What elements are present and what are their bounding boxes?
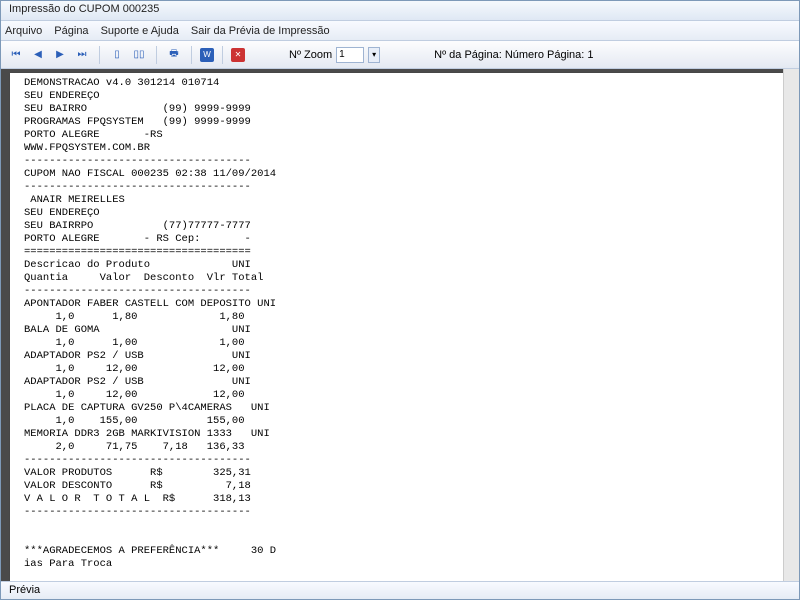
receipt-text: DEMONSTRACAO v4.0 301214 010714 SEU ENDE… [24,77,776,581]
toolbar-separator [156,46,157,64]
next-page-icon[interactable]: ▶ [51,46,69,64]
page-info: Nº da Página: Número Página: 1 [434,49,593,61]
titlebar: Impressão do CUPOM 000235 [1,1,799,21]
word-export-icon[interactable]: W [200,48,214,62]
preview-area: DEMONSTRACAO v4.0 301214 010714 SEU ENDE… [1,69,799,581]
vertical-scrollbar[interactable] [783,69,799,581]
page-value: Número Página: 1 [505,49,594,61]
menu-arquivo[interactable]: Arquivo [5,25,42,37]
single-page-icon[interactable]: ▯ [108,46,126,64]
zoom-input[interactable] [336,47,364,63]
toolbar-separator [222,46,223,64]
page: DEMONSTRACAO v4.0 301214 010714 SEU ENDE… [10,73,790,581]
menubar: Arquivo Página Suporte e Ajuda Sair da P… [1,21,799,41]
multi-page-icon[interactable]: ▯▯ [130,46,148,64]
menu-sair[interactable]: Sair da Prévia de Impressão [191,25,330,37]
zoom-label: Nº Zoom [289,49,332,61]
zoom-dropdown-icon[interactable]: ▾ [368,47,380,63]
toolbar-separator [191,46,192,64]
status-text: Prévia [9,584,40,596]
page-label: Nº da Página: [434,49,502,61]
first-page-icon[interactable]: ⏮ [7,46,25,64]
menu-pagina[interactable]: Página [54,25,88,37]
close-icon[interactable]: ✕ [231,48,245,62]
prev-page-icon[interactable]: ◀ [29,46,47,64]
toolbar-separator [99,46,100,64]
window-title: Impressão do CUPOM 000235 [9,3,159,15]
toolbar: ⏮ ◀ ▶ ⏭ ▯ ▯▯ 🖶 W ✕ Nº Zoom ▾ Nº da Págin… [1,41,799,69]
menu-suporte[interactable]: Suporte e Ajuda [101,25,179,37]
print-preview-window: Impressão do CUPOM 000235 Arquivo Página… [0,0,800,600]
statusbar: Prévia [1,581,799,599]
last-page-icon[interactable]: ⏭ [73,46,91,64]
zoom-group: Nº Zoom ▾ [289,47,380,63]
print-icon[interactable]: 🖶 [165,46,183,64]
